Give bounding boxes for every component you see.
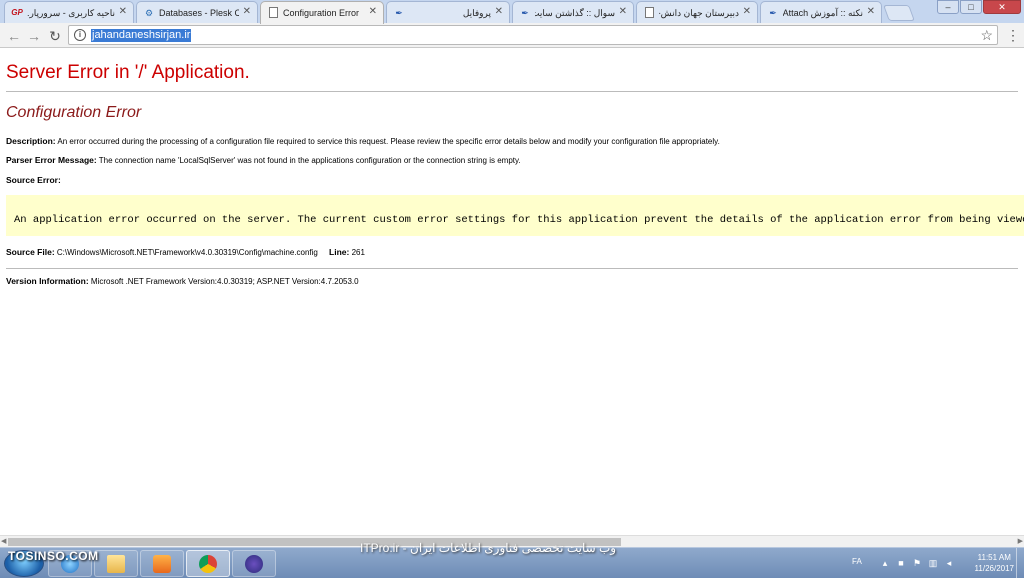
reload-icon[interactable]: ↻ [47, 28, 63, 44]
line-label: Line: [329, 247, 350, 257]
parser-error-label: Parser Error Message: [6, 155, 97, 165]
source-error-box: An application error occurred on the ser… [6, 195, 1024, 236]
tab-close-icon[interactable]: ✕ [369, 6, 377, 18]
tab-configuration-error[interactable]: Configuration Error ✕ [260, 1, 384, 24]
tab-title: ناحیه کاربری - سرورپار... [27, 8, 115, 18]
tab-title: دبیرستان جهان دانش-دور [659, 8, 739, 18]
maximize-icon[interactable]: □ [960, 0, 982, 14]
folder-icon [107, 555, 125, 573]
bookmark-star-icon[interactable]: ☆ [980, 27, 993, 43]
network-icon[interactable]: ▥ [928, 558, 938, 568]
media-player-icon [153, 555, 171, 573]
line-value: 261 [351, 248, 365, 257]
clock-time: 11:51 AM [977, 553, 1011, 562]
tab-title: پروفایل [462, 8, 491, 18]
close-window-icon[interactable]: ✕ [983, 0, 1021, 14]
plesk-favicon-icon: ⚙ [144, 8, 154, 18]
window-controls: ‒ □ ✕ [937, 0, 1021, 14]
source-error-text: An application error occurred on the ser… [14, 214, 1024, 226]
tab-profile[interactable]: ✒ پروفایل ✕ [386, 1, 510, 23]
page-favicon-icon [269, 7, 278, 18]
source-file-label: Source File: [6, 247, 55, 257]
version-text: Microsoft .NET Framework Version:4.0.303… [90, 277, 359, 286]
tab-attach-tip[interactable]: ✒ نکته :: آموزش Attach ✕ [760, 1, 882, 23]
source-error-row: Source Error: [6, 175, 61, 185]
watermark-banner: ITPro.ir - وب سایت تخصصی فناوری اطلاعات … [360, 541, 617, 555]
divider [6, 268, 1018, 269]
page-content: Server Error in '/' Application. Configu… [0, 49, 1024, 535]
description-label: Description: [6, 136, 56, 146]
parser-error-text: The connection name 'LocalSqlServer' was… [98, 156, 521, 165]
divider [6, 91, 1018, 92]
info-icon[interactable]: i [74, 29, 86, 41]
minimize-icon[interactable]: ‒ [937, 0, 959, 14]
tab-school[interactable]: دبیرستان جهان دانش-دور ✕ [636, 1, 758, 23]
version-row: Version Information: Microsoft .NET Fram… [6, 276, 359, 286]
tray-arrow-icon[interactable]: ▴ [880, 558, 890, 568]
tab-title: نکته :: آموزش Attach [783, 8, 863, 18]
language-indicator[interactable]: FA [852, 557, 862, 566]
page-favicon-icon [645, 7, 654, 18]
gp-favicon-icon: GP [11, 8, 23, 17]
source-file-row: Source File: C:\Windows\Microsoft.NET\Fr… [6, 247, 365, 257]
address-bar[interactable]: i jahandaneshsirjan.ir ☆ [68, 25, 998, 45]
taskbar-chrome[interactable] [186, 550, 230, 577]
taskbar-explorer[interactable] [94, 550, 138, 577]
tab-title: Databases - Plesk C [159, 8, 239, 18]
pen-favicon-icon: ✒ [521, 8, 529, 18]
tab-close-icon[interactable]: ✕ [867, 6, 875, 18]
watermark-logo: TOSINSO.COM [8, 549, 99, 563]
tab-serverpars[interactable]: GP ناحیه کاربری - سرورپار... ✕ [4, 1, 134, 23]
pen-favicon-icon: ✒ [395, 8, 403, 18]
back-arrow-icon[interactable]: ← [6, 28, 22, 44]
version-label: Version Information: [6, 276, 89, 286]
scroll-left-icon[interactable]: ◀ [1, 536, 6, 547]
taskbar-app[interactable] [232, 550, 276, 577]
forward-arrow-icon[interactable]: → [26, 28, 42, 44]
parser-error-row: Parser Error Message: The connection nam… [6, 155, 521, 165]
menu-kebab-icon[interactable]: ⋮ [1006, 26, 1020, 44]
clock[interactable]: 11:51 AM 11/26/2017 [975, 552, 1014, 574]
description-row: Description: An error occurred during th… [6, 136, 720, 146]
taskbar-media-player[interactable] [140, 550, 184, 577]
page-title: Server Error in '/' Application. [6, 62, 250, 83]
clock-date: 11/26/2017 [974, 564, 1014, 573]
app-icon [245, 555, 263, 573]
description-text: An error occurred during the processing … [57, 137, 720, 146]
source-file-value: C:\Windows\Microsoft.NET\Framework\v4.0.… [56, 248, 318, 257]
tab-title: Configuration Error [283, 8, 360, 18]
tab-close-icon[interactable]: ✕ [619, 6, 627, 18]
tab-close-icon[interactable]: ✕ [119, 6, 127, 18]
tab-strip: GP ناحیه کاربری - سرورپار... ✕ ⚙ Databas… [0, 0, 1024, 24]
volume-icon[interactable]: ◂ [944, 558, 954, 568]
error-subtitle: Configuration Error [6, 104, 142, 121]
new-tab-button[interactable] [883, 5, 915, 21]
scroll-right-icon[interactable]: ▶ [1018, 536, 1023, 547]
tab-question[interactable]: ✒ سوال :: گذاشتن سایت رو ✕ [512, 1, 634, 23]
chrome-icon [199, 555, 217, 573]
url-text[interactable]: jahandaneshsirjan.ir [91, 29, 192, 42]
tab-title: سوال :: گذاشتن سایت رو [535, 8, 615, 18]
flag-icon[interactable]: ⚑ [912, 558, 922, 568]
browser-toolbar: ← → ↻ i jahandaneshsirjan.ir ☆ ⋮ [0, 23, 1024, 48]
tab-close-icon[interactable]: ✕ [243, 6, 251, 18]
tab-close-icon[interactable]: ✕ [743, 6, 751, 18]
show-desktop-button[interactable] [1016, 548, 1024, 579]
tab-close-icon[interactable]: ✕ [495, 6, 503, 18]
pen-favicon-icon: ✒ [769, 8, 777, 18]
system-tray: FA ▴ ■ ⚑ ▥ ◂ 11:51 AM 11/26/2017 [844, 548, 1024, 579]
tray-app-icon[interactable]: ■ [896, 558, 906, 568]
source-error-label: Source Error: [6, 175, 61, 185]
tab-plesk[interactable]: ⚙ Databases - Plesk C ✕ [136, 1, 258, 23]
